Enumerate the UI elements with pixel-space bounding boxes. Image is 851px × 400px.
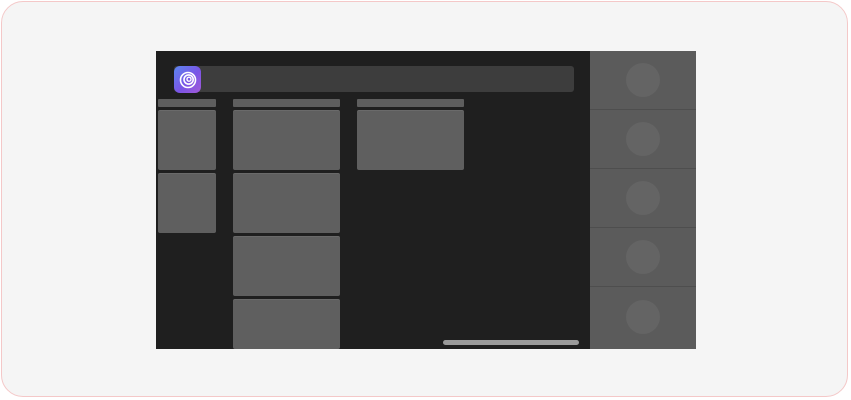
column-3-card-1[interactable]	[357, 110, 464, 170]
rail-avatar-2[interactable]	[590, 110, 696, 169]
column-1-card-2[interactable]	[158, 173, 216, 233]
avatar	[626, 299, 660, 334]
column-1-card-1[interactable]	[158, 110, 216, 170]
column-2-header	[233, 99, 340, 107]
column-1-header	[158, 99, 216, 107]
rail-avatar-3[interactable]	[590, 169, 696, 228]
column-2-card-2[interactable]	[233, 173, 340, 233]
column-2-card-4[interactable]	[233, 299, 340, 349]
column-3-header	[357, 99, 464, 107]
column-2-card-3[interactable]	[233, 236, 340, 296]
spiral-icon	[179, 71, 196, 88]
avatar	[626, 240, 660, 274]
avatar	[626, 181, 660, 215]
rail-avatar-5[interactable]	[590, 287, 696, 346]
avatar	[626, 63, 660, 97]
rail-avatar-4[interactable]	[590, 228, 696, 287]
horizontal-scrollbar[interactable]	[443, 340, 579, 345]
rail-avatar-1[interactable]	[590, 51, 696, 110]
avatar	[626, 122, 660, 156]
app-logo-icon[interactable]	[174, 66, 201, 93]
device-screen	[156, 51, 696, 349]
column-2-card-1[interactable]	[233, 110, 340, 170]
top-search-bar[interactable]	[174, 66, 574, 92]
right-rail	[590, 51, 696, 349]
